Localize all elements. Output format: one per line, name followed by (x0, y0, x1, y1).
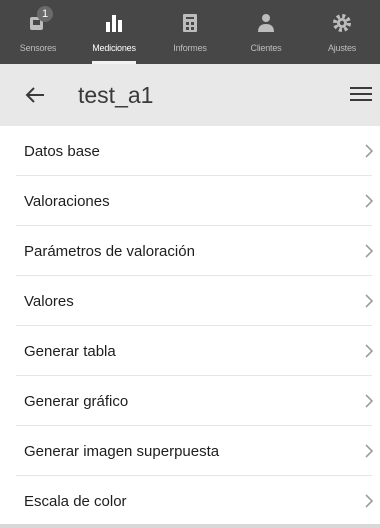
clients-icon (255, 12, 277, 34)
list-item-generar-tabla[interactable]: Generar tabla (0, 326, 380, 376)
tab-label: Informes (173, 43, 207, 53)
back-arrow-icon[interactable] (24, 84, 46, 106)
tab-mediciones[interactable]: Mediciones (76, 0, 152, 64)
list-item-generar-grafico[interactable]: Generar gráfico (0, 376, 380, 426)
list-item-escala-de-color[interactable]: Escala de color (0, 476, 380, 526)
chevron-right-icon (365, 394, 374, 408)
list-item-datos-base[interactable]: Datos base (0, 126, 380, 176)
chevron-right-icon (365, 494, 374, 508)
bottom-tab-bar: 1 Sensores Mediciones Informes Clientes … (0, 0, 380, 64)
list-item-parametros-valoracion[interactable]: Parámetros de valoración (0, 226, 380, 276)
list-item-label: Parámetros de valoración (24, 242, 195, 260)
list-item-valoraciones[interactable]: Valoraciones (0, 176, 380, 226)
chevron-right-icon (365, 144, 374, 158)
chevron-right-icon (365, 294, 374, 308)
list-item-label: Valoraciones (24, 192, 110, 210)
chevron-right-icon (365, 344, 374, 358)
page-title: test_a1 (78, 81, 154, 108)
list-item-label: Generar imagen superpuesta (24, 442, 220, 460)
list-item-label: Datos base (24, 142, 100, 160)
tab-label: Sensores (19, 43, 57, 53)
bottom-divider (0, 524, 380, 528)
report-icon (179, 12, 201, 34)
list-item-label: Escala de color (24, 492, 127, 510)
tab-ajustes[interactable]: Ajustes (304, 0, 380, 64)
chevron-right-icon (365, 194, 374, 208)
options-list: Datos base Valoraciones Parámetros de va… (0, 126, 380, 526)
tab-label: Clientes (250, 43, 282, 53)
list-item-label: Generar gráfico (24, 392, 129, 410)
gear-icon (331, 12, 353, 34)
screen-header: test_a1 (0, 64, 380, 126)
tab-label: Ajustes (327, 43, 357, 53)
chevron-right-icon (365, 444, 374, 458)
bar-chart-icon (103, 12, 125, 34)
tab-clientes[interactable]: Clientes (228, 0, 304, 64)
tab-label: Mediciones (92, 43, 136, 53)
hamburger-menu-icon[interactable] (350, 84, 372, 104)
tab-informes[interactable]: Informes (152, 0, 228, 64)
list-item-label: Valores (24, 292, 74, 310)
sensor-icon: 1 (27, 6, 53, 34)
chevron-right-icon (365, 244, 374, 258)
list-item-valores[interactable]: Valores (0, 276, 380, 326)
tab-sensores[interactable]: 1 Sensores (0, 0, 76, 64)
list-item-label: Generar tabla (24, 342, 116, 360)
list-item-generar-imagen-superpuesta[interactable]: Generar imagen superpuesta (0, 426, 380, 476)
sensor-count-badge: 1 (37, 6, 53, 22)
